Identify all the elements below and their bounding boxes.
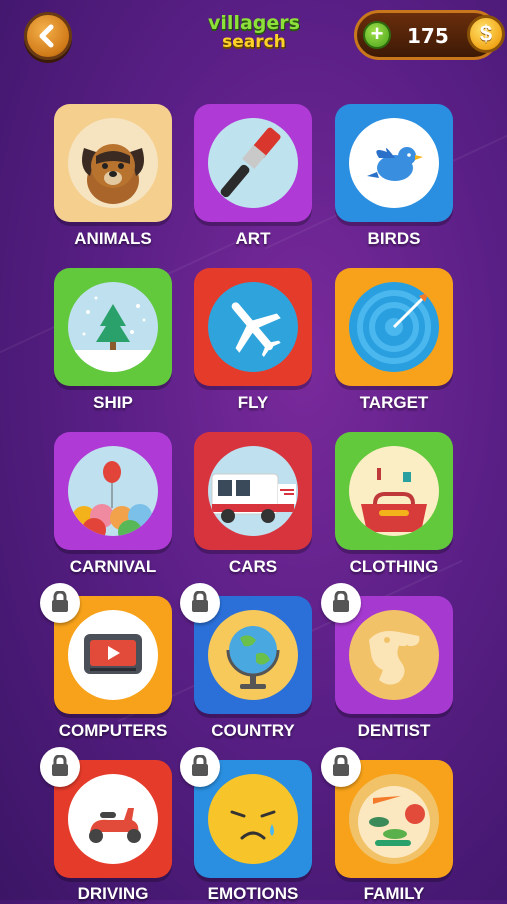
lock-badge <box>321 747 361 787</box>
lock-badge <box>40 747 80 787</box>
category-label: BIRDS <box>367 229 421 248</box>
lock-icon <box>192 755 208 776</box>
paintbrush-icon <box>208 118 298 208</box>
category-label: CARS <box>228 557 278 576</box>
category-label: COMPUTERS <box>58 721 168 740</box>
category-tile-fly[interactable] <box>194 268 312 386</box>
category-label: DRIVING <box>77 884 149 903</box>
airplane-icon <box>208 282 298 372</box>
dinosaur-icon <box>349 610 439 700</box>
category-tile-ship[interactable] <box>54 268 172 386</box>
snow-globe-icon <box>68 282 158 372</box>
category-tile-cars[interactable] <box>194 432 312 550</box>
category-label: CLOTHING <box>349 557 439 576</box>
bird-icon <box>349 118 439 208</box>
target-icon <box>349 282 439 372</box>
category-tile-carnival[interactable] <box>54 432 172 550</box>
food-plate-icon <box>349 774 439 864</box>
category-grid: ANIMALS ART BIRDS SHIP FLY TARGET CARNIV… <box>0 0 507 903</box>
lock-icon <box>333 591 349 612</box>
lock-icon <box>52 591 68 612</box>
tv-icon <box>68 610 158 700</box>
category-label: ART <box>235 229 271 248</box>
category-tile-animals[interactable] <box>54 104 172 222</box>
category-label: CARNIVAL <box>69 557 157 576</box>
balloons-icon <box>68 446 158 536</box>
category-label: SHIP <box>93 393 133 412</box>
lock-icon <box>52 755 68 776</box>
category-label: EMOTIONS <box>207 884 299 903</box>
globe-icon <box>208 610 298 700</box>
lock-badge <box>180 747 220 787</box>
dog-icon <box>68 118 158 208</box>
category-tile-art[interactable] <box>194 104 312 222</box>
category-label: COUNTRY <box>211 721 295 740</box>
lock-badge <box>180 583 220 623</box>
scooter-icon <box>68 774 158 864</box>
category-label: DENTIST <box>357 721 431 740</box>
category-tile-clothing[interactable] <box>335 432 453 550</box>
lock-badge <box>40 583 80 623</box>
category-label: ANIMALS <box>74 229 152 248</box>
category-label: FLY <box>237 393 269 412</box>
category-tile-birds[interactable] <box>335 104 453 222</box>
truck-icon <box>208 446 298 536</box>
category-label: TARGET <box>359 393 429 412</box>
category-label: FAMILY <box>363 884 425 903</box>
lock-icon <box>192 591 208 612</box>
handbag-icon <box>349 446 439 536</box>
category-tile-target[interactable] <box>335 268 453 386</box>
lock-badge <box>321 583 361 623</box>
lock-icon <box>333 755 349 776</box>
sad-face-icon <box>208 774 298 864</box>
